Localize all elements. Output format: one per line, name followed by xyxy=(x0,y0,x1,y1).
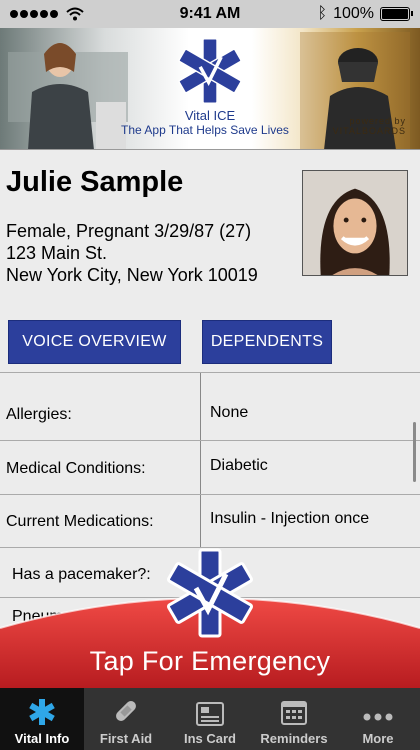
patient-name: Julie Sample xyxy=(6,166,184,198)
signal-strength-icon xyxy=(10,10,58,18)
row-divider xyxy=(0,494,420,495)
tab-bar: Vital Info First Aid Ins Card Reminders xyxy=(0,688,420,750)
profile-section: Julie Sample Female, Pregnant 3/29/87 (2… xyxy=(0,150,420,310)
medications-value: Insulin - Injection once xyxy=(210,510,370,527)
bluetooth-icon: ᛒ xyxy=(317,5,328,22)
powered-brand: VITALBOARDS xyxy=(332,126,406,136)
patient-details: Female, Pregnant 3/29/87 (27) 123 Main S… xyxy=(6,220,258,286)
paramedic-image xyxy=(8,43,128,149)
tab-vital-info[interactable]: Vital Info xyxy=(0,688,84,750)
bandage-icon xyxy=(116,701,136,721)
calendar-icon xyxy=(281,701,307,725)
conditions-value: Diabetic xyxy=(210,457,268,474)
patient-demographics: Female, Pregnant 3/29/87 (27) xyxy=(6,221,252,241)
signal-area xyxy=(10,7,84,21)
battery-icon xyxy=(380,7,413,21)
conditions-label: Medical Conditions: xyxy=(6,460,146,477)
header-banner: Vital ICE The App That Helps Save Lives … xyxy=(0,28,420,150)
tab-ins-card[interactable]: Ins Card xyxy=(168,688,252,750)
battery-percent: 100% xyxy=(333,5,374,22)
brand-block: Vital ICE The App That Helps Save Lives xyxy=(121,36,290,137)
tab-more[interactable]: More xyxy=(336,688,420,750)
powered-by-text: powered by xyxy=(349,116,406,126)
tab-first-aid[interactable]: First Aid xyxy=(84,688,168,750)
emergency-button[interactable]: Tap For Emergency xyxy=(0,548,420,688)
medications-label: Current Medications: xyxy=(6,513,154,530)
tab-label: Vital Info xyxy=(14,731,70,746)
star-of-life-icon xyxy=(166,548,254,638)
star-of-life-icon xyxy=(29,699,55,725)
allergies-label: Allergies: xyxy=(6,406,72,423)
status-right: ᛒ 100% xyxy=(317,5,413,23)
emergency-label: Tap For Emergency xyxy=(89,646,331,676)
card-icon xyxy=(196,702,224,726)
tab-label: More xyxy=(362,731,394,746)
wifi-icon xyxy=(66,7,84,21)
star-of-life-logo xyxy=(178,38,242,104)
avatar xyxy=(303,171,407,275)
tab-label: First Aid xyxy=(99,731,153,746)
tab-label: Reminders xyxy=(260,731,328,746)
dependents-button[interactable]: DEPENDENTS xyxy=(202,320,332,364)
address-line1: 123 Main St. xyxy=(6,243,108,263)
table-scrollbar[interactable] xyxy=(413,422,416,482)
status-bar: 9:41 AM ᛒ 100% xyxy=(0,0,420,28)
row-divider xyxy=(0,372,420,373)
more-icon xyxy=(363,713,393,721)
tab-label: Ins Card xyxy=(183,731,236,746)
address-line2: New York City, New York 10019 xyxy=(6,265,258,285)
powered-by: powered by VITALBOARDS xyxy=(333,116,406,136)
tab-reminders[interactable]: Reminders xyxy=(252,688,336,750)
allergies-value: None xyxy=(210,404,249,421)
app-tagline: The App That Helps Save Lives xyxy=(121,123,289,137)
voice-overview-button[interactable]: VOICE OVERVIEW xyxy=(8,320,181,364)
app-name: Vital ICE xyxy=(184,108,236,123)
column-divider xyxy=(200,372,201,547)
patient-photo[interactable] xyxy=(302,170,408,276)
row-divider xyxy=(0,440,420,441)
